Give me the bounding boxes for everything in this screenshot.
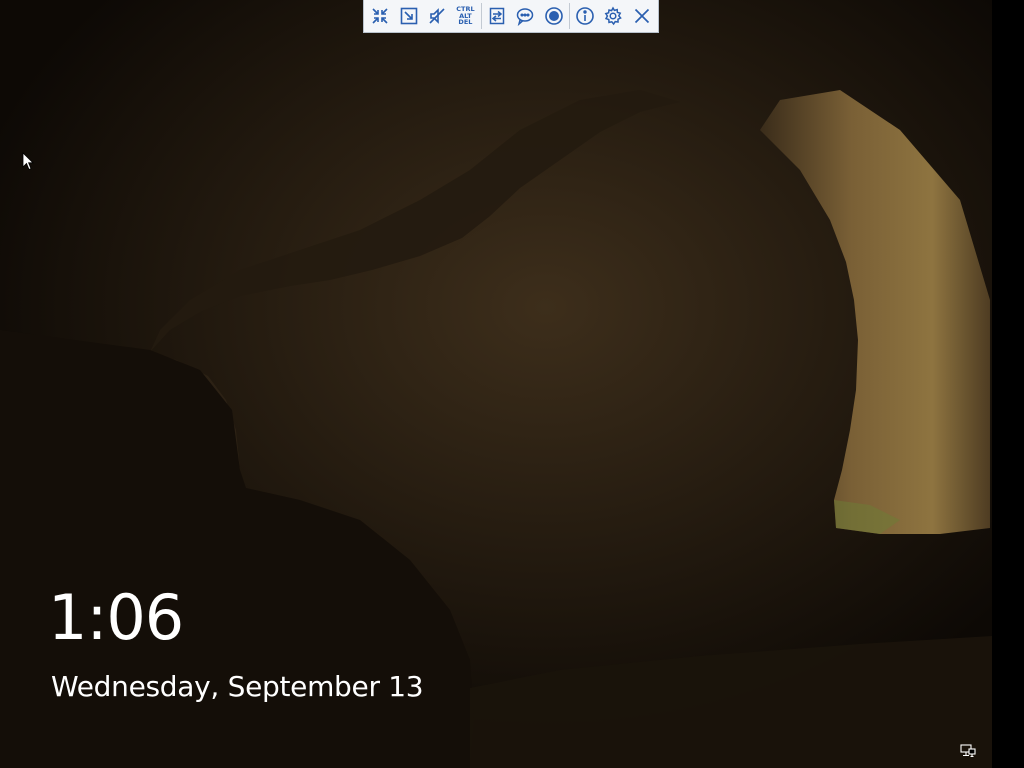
chat-button[interactable]: [511, 2, 539, 30]
switch-monitor-icon: [489, 7, 505, 25]
mouse-pointer-icon: [22, 152, 34, 171]
ctrl-alt-del-icon: CTRL ALT DEL: [456, 5, 475, 27]
lock-screen-date: Wednesday, September 13: [51, 670, 424, 703]
settings-button[interactable]: [599, 2, 627, 30]
record-icon: [544, 7, 563, 25]
close-icon: [634, 8, 649, 24]
toolbar-separator: [480, 3, 482, 29]
chat-icon: [516, 8, 534, 26]
ctrl-alt-del-button[interactable]: CTRL ALT DEL: [451, 2, 479, 30]
info-button[interactable]: [571, 2, 599, 30]
fullscreen-icon: [400, 7, 417, 25]
fit-screen-button[interactable]: [366, 2, 394, 30]
network-monitor-icon[interactable]: [960, 744, 976, 758]
screen-edge-strip: [992, 0, 1024, 768]
record-button[interactable]: [539, 2, 567, 30]
toolbar-separator: [568, 3, 570, 29]
fit-screen-icon: [372, 8, 388, 24]
lock-screen-time: 1:06: [48, 581, 184, 654]
fullscreen-button[interactable]: [394, 2, 422, 30]
mute-icon: [429, 8, 445, 24]
mute-button[interactable]: [423, 2, 451, 30]
remote-session-toolbar: CTRL ALT DEL: [363, 0, 659, 33]
close-session-button[interactable]: [628, 2, 656, 30]
switch-monitor-button[interactable]: [483, 2, 511, 30]
settings-gear-icon: [604, 6, 623, 26]
info-icon: [576, 7, 594, 25]
remote-desktop-screen: CTRL ALT DEL 1:06 Wednesday, September 1…: [0, 0, 1024, 768]
